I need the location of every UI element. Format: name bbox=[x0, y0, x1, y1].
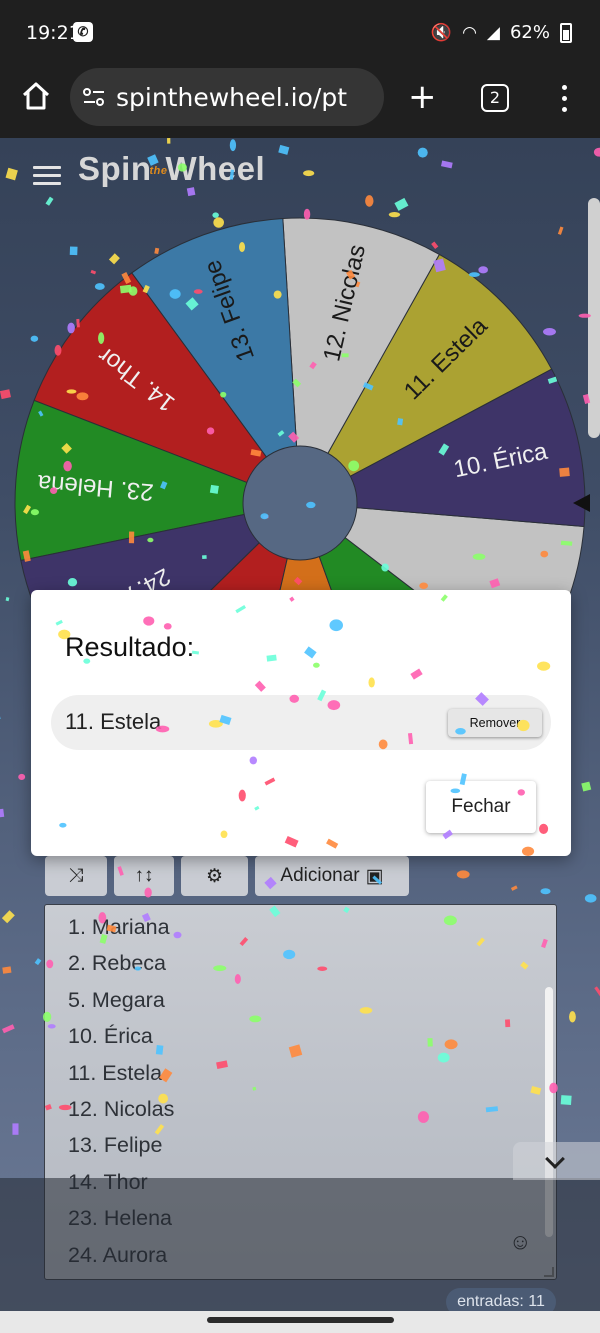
shuffle-icon: ⤨ bbox=[68, 865, 84, 886]
new-tab-button[interactable]: + bbox=[408, 80, 437, 114]
address-bar[interactable]: spinthewheel.io/pt bbox=[70, 68, 384, 126]
collapse-button[interactable] bbox=[513, 1142, 600, 1180]
browser-toolbar: spinthewheel.io/pt + 2 bbox=[0, 62, 600, 138]
entries-count-badge: entradas: 11 bbox=[446, 1288, 556, 1311]
site-settings-icon[interactable] bbox=[82, 86, 106, 108]
close-button[interactable]: Fechar bbox=[426, 781, 536, 833]
wifi-icon: ◠ bbox=[462, 22, 477, 43]
add-button-label: Adicionar bbox=[280, 865, 360, 886]
entry-item: 13. Felipe bbox=[68, 1133, 163, 1158]
app-logo: SpintheWheel bbox=[78, 150, 266, 187]
add-button[interactable]: Adicionar ▣ bbox=[255, 856, 409, 896]
app-notification-icon: ✆ bbox=[73, 22, 93, 42]
result-name: 11. Estela bbox=[65, 709, 162, 734]
page-scrollbar[interactable] bbox=[588, 198, 600, 438]
chevron-down-icon bbox=[545, 1149, 565, 1169]
entry-item: 1. Mariana bbox=[68, 915, 170, 939]
system-nav-bar bbox=[0, 1311, 600, 1333]
sort-icon: ↑↕ bbox=[134, 865, 154, 886]
tab-switcher-button[interactable]: 2 bbox=[481, 84, 509, 112]
url-text: spinthewheel.io/pt bbox=[116, 83, 347, 112]
gear-icon: ⚙ bbox=[205, 865, 224, 887]
more-options-button[interactable] bbox=[556, 82, 572, 114]
sort-button[interactable]: ↑↕ bbox=[114, 856, 174, 896]
result-row: 11. Estela Remover bbox=[51, 695, 551, 750]
result-dialog: Resultado: 11. Estela Remover Fechar bbox=[31, 590, 571, 856]
entry-item: 11. Estela bbox=[68, 1060, 163, 1085]
dialog-title: Resultado: bbox=[65, 632, 195, 662]
settings-button[interactable]: ⚙ bbox=[181, 856, 248, 896]
image-icon: ▣ bbox=[365, 865, 384, 887]
status-bar: 19:21 ✆ 🔇 ◠ ◢ 62% bbox=[0, 0, 600, 62]
spin-wheel[interactable]: 11. Estela12. Nicolas13. Felipe14. Thor2… bbox=[0, 138, 600, 608]
entries-toolbar: ⤨ ↑↕ ⚙ Adicionar ▣ bbox=[45, 856, 409, 896]
hamburger-menu-icon[interactable] bbox=[33, 166, 61, 186]
status-icons: 🔇 ◠ ◢ 62% bbox=[431, 22, 572, 43]
battery-level: 62% bbox=[509, 22, 550, 43]
entry-item: 5. Megara bbox=[68, 987, 165, 1012]
mute-icon: 🔇 bbox=[430, 22, 453, 43]
shuffle-button[interactable]: ⤨ bbox=[45, 856, 107, 896]
entry-item: 2. Rebeca bbox=[68, 951, 167, 976]
entry-item: 12. Nicolas bbox=[68, 1096, 175, 1121]
gesture-handle[interactable] bbox=[207, 1317, 394, 1323]
wheel-hub[interactable] bbox=[242, 445, 358, 561]
entry-item: 10. Érica bbox=[68, 1024, 153, 1049]
remove-button[interactable]: Remover bbox=[448, 709, 542, 737]
battery-icon bbox=[560, 22, 572, 43]
signal-icon: ◢ bbox=[486, 22, 500, 43]
home-icon[interactable] bbox=[20, 80, 52, 112]
